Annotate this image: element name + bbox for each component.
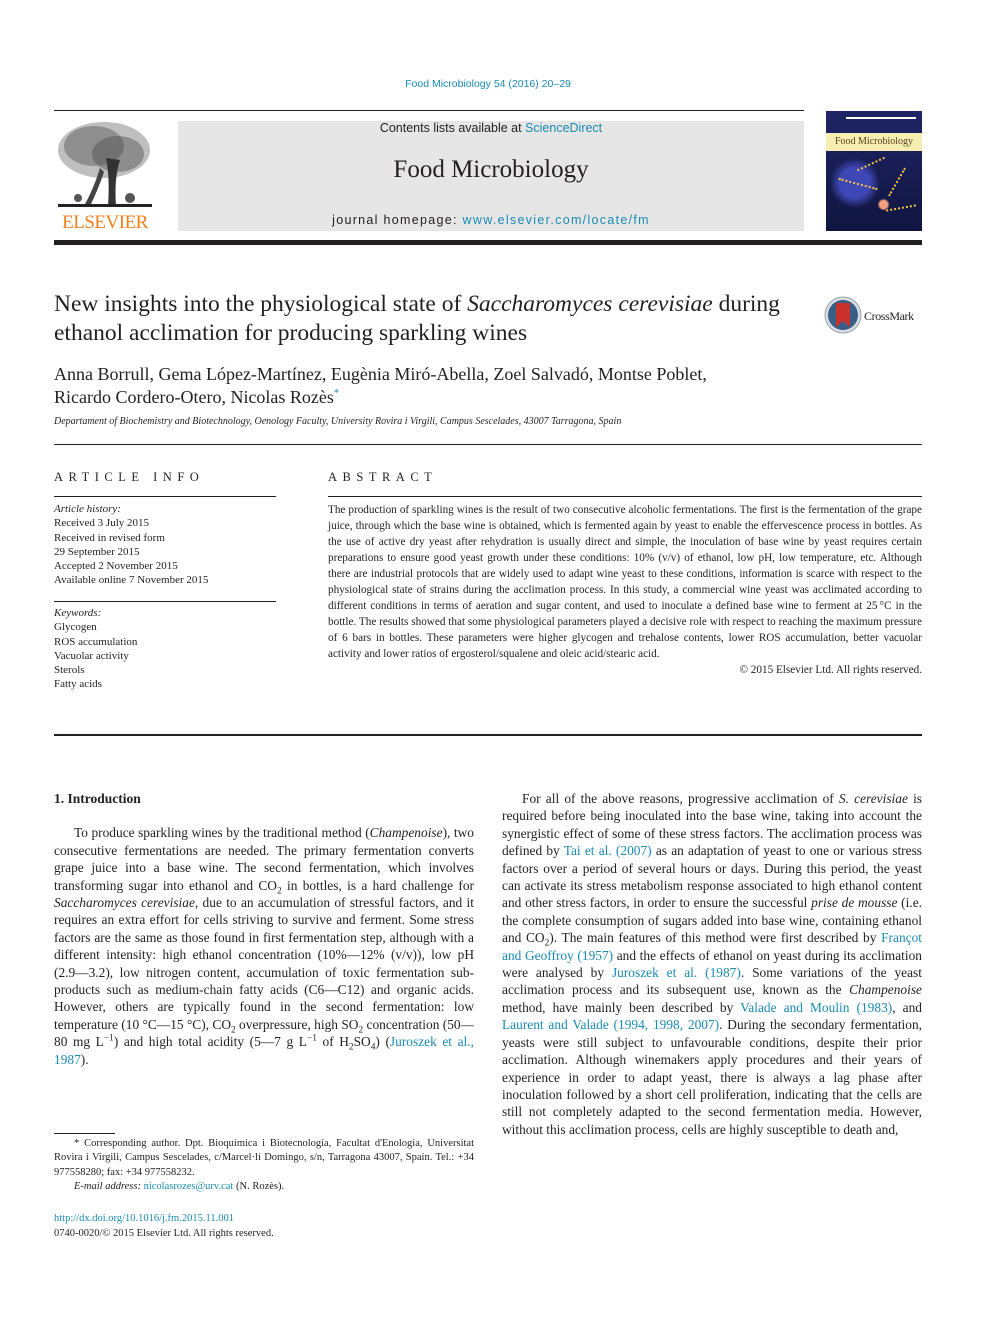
keywords: Keywords: Glycogen ROS accumulation Vacu… (54, 606, 276, 692)
keyword-item: Sterols (54, 664, 85, 677)
issn-copyright: 0740-0020/© 2015 Elsevier Ltd. All right… (54, 1228, 274, 1239)
history-item: Received in revised form (54, 531, 165, 544)
email-suffix: (N. Rozès). (233, 1180, 285, 1192)
sciencedirect-link[interactable]: ScienceDirect (525, 121, 602, 135)
left-column: 1. Introduction To produce sparkling win… (54, 790, 474, 1068)
doi-link[interactable]: http://dx.doi.org/10.1016/j.fm.2015.11.0… (54, 1211, 274, 1226)
abstract-rule (328, 496, 922, 497)
author-list: Anna Borrull, Gema López-Martínez, Eugèn… (54, 363, 854, 409)
history-label: Article history: (54, 503, 121, 515)
journal-citation[interactable]: Food Microbiology 54 (2016) 20–29 (0, 78, 976, 90)
text-run: method, have mainly been described by (502, 999, 741, 1015)
keyword-item: Glycogen (54, 621, 97, 634)
email-line: E-mail address: nicolasrozes@urv.cat (N.… (54, 1180, 474, 1194)
tree-icon (58, 122, 152, 207)
email-link[interactable]: nicolasrozes@urv.cat (144, 1181, 234, 1192)
cover-strand (838, 177, 878, 191)
intro-paragraph-1: To produce sparkling wines by the tradit… (54, 824, 474, 1068)
authors-line: Ricardo Cordero-Otero, Nicolas Rozès* (54, 386, 854, 409)
authors-line: Anna Borrull, Gema López-Martínez, Eugèn… (54, 364, 707, 384)
cover-strand (886, 204, 916, 212)
text-run: To produce sparkling wines by the tradit… (74, 825, 370, 841)
crossmark-badge[interactable] (824, 296, 862, 334)
affiliation: Departament of Biochemistry and Biotechn… (54, 416, 622, 427)
reference-link[interactable]: Tai et al. (2007) (564, 843, 652, 858)
text-run: overpressure, high SO (235, 1016, 359, 1032)
cover-strand (856, 156, 886, 172)
keyword-item: Vacuolar activity (54, 649, 129, 662)
article-info-heading: ARTICLE INFO (54, 470, 205, 484)
text-run: Saccharomyces cerevisiae (54, 895, 195, 911)
text-run: . During the secondary fermentation, yea… (502, 1017, 923, 1137)
header-rule (54, 110, 804, 111)
text-run: ). (80, 1051, 89, 1067)
doi-block: http://dx.doi.org/10.1016/j.fm.2015.11.0… (54, 1211, 274, 1241)
intro-paragraph-2: For all of the above reasons, progressiv… (502, 790, 922, 1138)
reference-link[interactable]: Valade and Moulin (1983) (740, 1000, 892, 1015)
text-run: −1 (103, 1033, 114, 1044)
history-item: Available online 7 November 2015 (54, 574, 209, 587)
reference-link[interactable]: Juroszek et al. (1987) (612, 965, 741, 980)
history-item: Accepted 2 November 2015 (54, 560, 178, 573)
keyword-item: Fatty acids (54, 678, 102, 691)
text-run: of H (316, 1034, 349, 1050)
cover-title: Food Microbiology (826, 133, 922, 151)
corresponding-author-footnote: * Corresponding author. Dpt. Bioquímica … (54, 1137, 474, 1194)
article-info-rule (54, 496, 276, 497)
text-run: ) ( (375, 1034, 390, 1050)
article-title: New insights into the physiological stat… (54, 290, 814, 348)
cover-bar (846, 117, 916, 119)
text-run: in bottles, is a hard challenge for (281, 877, 474, 893)
title-rule (54, 444, 922, 445)
text-run: ) and high total acidity (5—7 g L (113, 1034, 307, 1050)
text-run: , due to an accumulation of stressful fa… (54, 895, 474, 1032)
abstract-text: The production of sparkling wines is the… (328, 504, 922, 660)
section-heading: 1. Introduction (54, 791, 141, 806)
text-run: Champenoise (849, 982, 922, 998)
elsevier-wordmark: ELSEVIER (62, 212, 148, 233)
authors-text: Ricardo Cordero-Otero, Nicolas Rozès (54, 387, 334, 407)
contents-prefix: Contents lists available at (379, 121, 526, 135)
footnote-rule (54, 1133, 115, 1134)
contents-line: Contents lists available at ScienceDirec… (178, 121, 804, 135)
title-species: Saccharomyces cerevisiae (467, 291, 713, 317)
journal-title: Food Microbiology (393, 156, 589, 183)
text-run: prise de mousse (811, 895, 898, 911)
keyword-item: ROS accumulation (54, 635, 138, 648)
text-run: SO (353, 1034, 371, 1050)
homepage-link[interactable]: www.elsevier.com/locate/fm (463, 213, 650, 227)
abstract-copyright: © 2015 Elsevier Ltd. All rights reserved… (739, 664, 923, 676)
history-item: 29 September 2015 (54, 545, 140, 558)
text-run: −1 (306, 1033, 317, 1044)
journal-cover-thumbnail[interactable]: Food Microbiology (826, 111, 922, 231)
corresponding-author-text: * Corresponding author. Dpt. Bioquímica … (54, 1138, 474, 1178)
text-run: For all of the above reasons, progressiv… (522, 791, 839, 806)
journal-homepage: journal homepage: www.elsevier.com/locat… (178, 213, 804, 227)
text-run: S. cerevisiae (838, 791, 908, 806)
front-matter-rule (54, 734, 922, 736)
title-text: New insights into the physiological stat… (54, 291, 468, 317)
corresponding-author-mark[interactable]: * (334, 388, 339, 399)
homepage-prefix: journal homepage: (332, 213, 463, 227)
cover-strand (888, 167, 906, 197)
email-label: E-mail address: (74, 1180, 144, 1192)
text-run: Champenoise (369, 825, 443, 841)
crossmark-icon (824, 296, 862, 334)
text-run: , and (892, 999, 922, 1015)
history-item: Received 3 July 2015 (54, 517, 150, 530)
reference-link[interactable]: Laurent and Valade (1994, 1998, 2007) (502, 1017, 719, 1032)
header-thick-rule (54, 240, 922, 245)
keywords-label: Keywords: (54, 607, 102, 619)
abstract-heading: ABSTRACT (328, 470, 438, 484)
crossmark-label[interactable]: CrossMark (864, 309, 914, 324)
right-column: For all of the above reasons, progressiv… (502, 790, 922, 1138)
abstract-body: The production of sparkling wines is the… (328, 502, 922, 678)
text-run: ). The main features of this method were… (549, 930, 882, 946)
keywords-rule (54, 601, 276, 602)
article-history: Article history: Received 3 July 2015 Re… (54, 502, 276, 588)
